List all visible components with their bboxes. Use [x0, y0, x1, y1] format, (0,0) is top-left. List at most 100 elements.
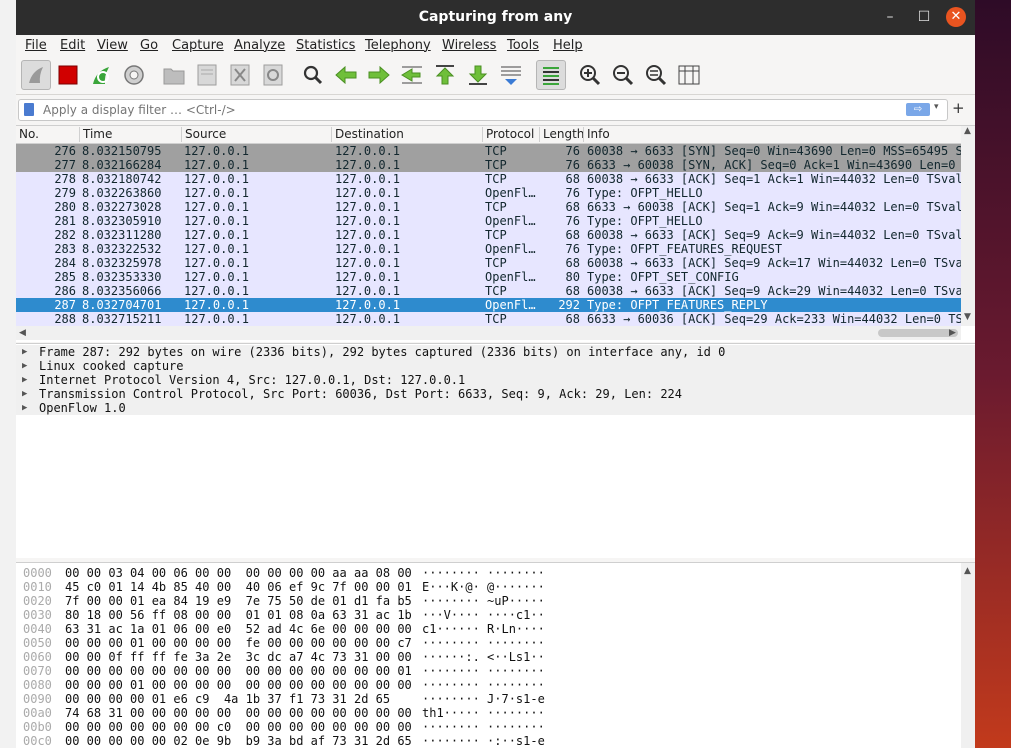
- horizontal-scroll-thumb[interactable]: [878, 329, 958, 337]
- maximize-button[interactable]: ☐: [914, 7, 934, 27]
- colorize-icon[interactable]: [536, 60, 566, 90]
- restart-capture-icon[interactable]: [87, 61, 115, 89]
- capture-options-icon[interactable]: [120, 61, 148, 89]
- apply-filter-button[interactable]: ⇨: [906, 103, 930, 116]
- title-bar[interactable]: Capturing from any – ☐ ✕: [16, 0, 975, 35]
- scroll-right-icon[interactable]: ▶: [949, 328, 956, 338]
- scroll-up-icon[interactable]: ▲: [964, 566, 971, 576]
- hex-asc[interactable]: E···K·@· @·······: [422, 580, 545, 594]
- hex-asc[interactable]: c1······ R·Ln····: [422, 622, 545, 636]
- find-packet-icon[interactable]: [299, 61, 327, 89]
- hex-asc[interactable]: ········ ·:··s1-e: [422, 734, 545, 748]
- open-file-icon[interactable]: [160, 61, 188, 89]
- menu-view[interactable]: View: [97, 38, 128, 53]
- column-protocol[interactable]: Protocol: [482, 127, 540, 142]
- hex-hex[interactable]: 00 00 00 01 00 00 00 00 00 00 00 00 00 0…: [65, 678, 412, 692]
- minimize-button[interactable]: –: [880, 7, 900, 27]
- filter-history-dropdown[interactable]: ▾: [934, 102, 939, 112]
- save-file-icon[interactable]: [193, 61, 221, 89]
- packet-row[interactable]: 288 8.032715211 127.0.0.1 127.0.0.1 TCP 68 663…: [16, 312, 961, 326]
- packet-list-horizontal-scrollbar[interactable]: ◀ ▶: [16, 326, 961, 340]
- hex-asc[interactable]: ········ ~uP·····: [422, 594, 545, 608]
- first-packet-icon[interactable]: [431, 61, 459, 89]
- hex-hex[interactable]: 45 c0 01 14 4b 85 40 00 40 06 ef 9c 7f 0…: [65, 580, 412, 594]
- hex-hex[interactable]: 63 31 ac 1a 01 06 00 e0 52 ad 4c 6e 00 0…: [65, 622, 412, 636]
- last-packet-icon[interactable]: [464, 61, 492, 89]
- close-button[interactable]: ✕: [946, 7, 966, 27]
- packet-row[interactable]: 277 8.032166284 127.0.0.1 127.0.0.1 TCP 76 663…: [16, 158, 961, 172]
- packet-row[interactable]: 281 8.032305910 127.0.0.1 127.0.0.1 OpenFl… 7…: [16, 214, 961, 228]
- menu-capture[interactable]: Capture: [172, 38, 224, 53]
- packet-row[interactable]: 284 8.032325978 127.0.0.1 127.0.0.1 TCP 68 600…: [16, 256, 961, 270]
- packet-row[interactable]: 283 8.032322532 127.0.0.1 127.0.0.1 OpenFl… 7…: [16, 242, 961, 256]
- hex-hex[interactable]: 00 00 00 00 00 02 0e 9b b9 3a bd af 73 3…: [65, 734, 412, 748]
- hex-hex[interactable]: 74 68 31 00 00 00 00 00 00 00 00 00 00 0…: [65, 706, 412, 720]
- packet-row[interactable]: 276 8.032150795 127.0.0.1 127.0.0.1 TCP 76 600…: [16, 144, 961, 158]
- column-destination[interactable]: Destination: [331, 127, 482, 142]
- hex-asc[interactable]: ········ ········: [422, 636, 545, 650]
- shark-fin-start-icon[interactable]: [21, 60, 51, 90]
- packet-row[interactable]: 282 8.032311280 127.0.0.1 127.0.0.1 TCP 68 600…: [16, 228, 961, 242]
- menu-telephony[interactable]: Telephony: [365, 38, 431, 53]
- detail-row[interactable]: ▶ OpenFlow 1.0: [16, 401, 975, 415]
- zoom-in-icon[interactable]: [576, 61, 604, 89]
- hex-hex[interactable]: 80 18 00 56 ff 08 00 00 01 01 08 0a 63 3…: [65, 608, 412, 622]
- go-back-icon[interactable]: [332, 61, 360, 89]
- hex-asc[interactable]: ········ ········: [422, 678, 545, 692]
- menu-analyze[interactable]: Analyze: [234, 38, 285, 53]
- column-source[interactable]: Source: [181, 127, 331, 142]
- hex-hex[interactable]: 00 00 00 00 00 00 00 00 00 00 00 00 00 0…: [65, 664, 412, 678]
- detail-row[interactable]: ▶ Internet Protocol Version 4, Src: 127.0…: [16, 373, 975, 387]
- detail-row[interactable]: ▶ Frame 287: 292 bytes on wire (2336 bits…: [16, 345, 975, 359]
- zoom-out-icon[interactable]: [609, 61, 637, 89]
- hex-asc[interactable]: ········ ········: [422, 664, 545, 678]
- add-filter-button[interactable]: +: [952, 99, 965, 117]
- hex-hex[interactable]: 00 00 00 00 01 e6 c9 4a 1b 37 f1 73 31 2…: [65, 692, 390, 706]
- packet-row[interactable]: 287 8.032704701 127.0.0.1 127.0.0.1 OpenFl… 2…: [16, 298, 961, 312]
- go-to-packet-icon[interactable]: [398, 61, 426, 89]
- menu-file[interactable]: File: [25, 38, 47, 53]
- go-forward-icon[interactable]: [365, 61, 393, 89]
- autoscroll-icon[interactable]: [497, 61, 525, 89]
- hex-hex[interactable]: 7f 00 00 01 ea 84 19 e9 7e 75 50 de 01 d…: [65, 594, 412, 608]
- hex-asc[interactable]: th1····· ········: [422, 706, 545, 720]
- column-no[interactable]: No.: [16, 127, 79, 142]
- hex-hex[interactable]: 00 00 03 04 00 06 00 00 00 00 00 00 aa a…: [65, 566, 412, 580]
- bookmark-icon[interactable]: [24, 103, 34, 116]
- packet-list-vertical-scrollbar[interactable]: ▲ ▼: [961, 126, 975, 326]
- stop-capture-icon[interactable]: [54, 61, 82, 89]
- scroll-down-icon[interactable]: ▼: [964, 312, 971, 322]
- close-file-icon[interactable]: [226, 61, 254, 89]
- hex-hex[interactable]: 00 00 00 00 00 00 00 c0 00 00 00 00 00 0…: [65, 720, 412, 734]
- hex-hex[interactable]: 00 00 00 01 00 00 00 00 fe 00 00 00 00 0…: [65, 636, 412, 650]
- resize-columns-icon[interactable]: [675, 61, 703, 89]
- hex-asc[interactable]: ······:. <··Ls1··: [422, 650, 545, 664]
- detail-row[interactable]: ▶ Linux cooked capture: [16, 359, 975, 373]
- hex-asc[interactable]: ········ ········: [422, 566, 545, 580]
- packet-row[interactable]: 278 8.032180742 127.0.0.1 127.0.0.1 TCP 68 600…: [16, 172, 961, 186]
- menu-tools[interactable]: Tools: [507, 38, 539, 53]
- bytes-vertical-scrollbar[interactable]: ▲: [961, 563, 975, 748]
- menu-edit[interactable]: Edit: [60, 38, 85, 53]
- column-length[interactable]: Length: [539, 127, 583, 142]
- scroll-left-icon[interactable]: ◀: [19, 328, 26, 338]
- hex-hex[interactable]: 00 00 0f ff ff fe 3a 2e 3c dc a7 4c 73 3…: [65, 650, 412, 664]
- column-info[interactable]: Info: [583, 127, 957, 142]
- column-time[interactable]: Time: [79, 127, 180, 142]
- hex-asc[interactable]: ········ ········: [422, 720, 545, 734]
- packet-row[interactable]: 286 8.032356066 127.0.0.1 127.0.0.1 TCP 68 600…: [16, 284, 961, 298]
- reload-file-icon[interactable]: [259, 61, 287, 89]
- expand-triangle-icon[interactable]: ▶: [22, 359, 27, 373]
- menu-help[interactable]: Help: [553, 38, 583, 53]
- hex-asc[interactable]: ········ J·7·s1-e: [422, 692, 545, 706]
- menu-go[interactable]: Go: [140, 38, 158, 53]
- menu-statistics[interactable]: Statistics: [296, 38, 355, 53]
- detail-row[interactable]: ▶ Transmission Control Protocol, Src Port…: [16, 387, 975, 401]
- packet-row[interactable]: 279 8.032263860 127.0.0.1 127.0.0.1 OpenFl… 7…: [16, 186, 961, 200]
- packet-row[interactable]: 285 8.032353330 127.0.0.1 127.0.0.1 OpenFl… 8…: [16, 270, 961, 284]
- display-filter-input[interactable]: [41, 101, 905, 119]
- expand-triangle-icon[interactable]: ▶: [22, 373, 27, 387]
- scroll-up-icon[interactable]: ▲: [964, 126, 971, 136]
- expand-triangle-icon[interactable]: ▶: [22, 387, 27, 401]
- menu-wireless[interactable]: Wireless: [442, 38, 496, 53]
